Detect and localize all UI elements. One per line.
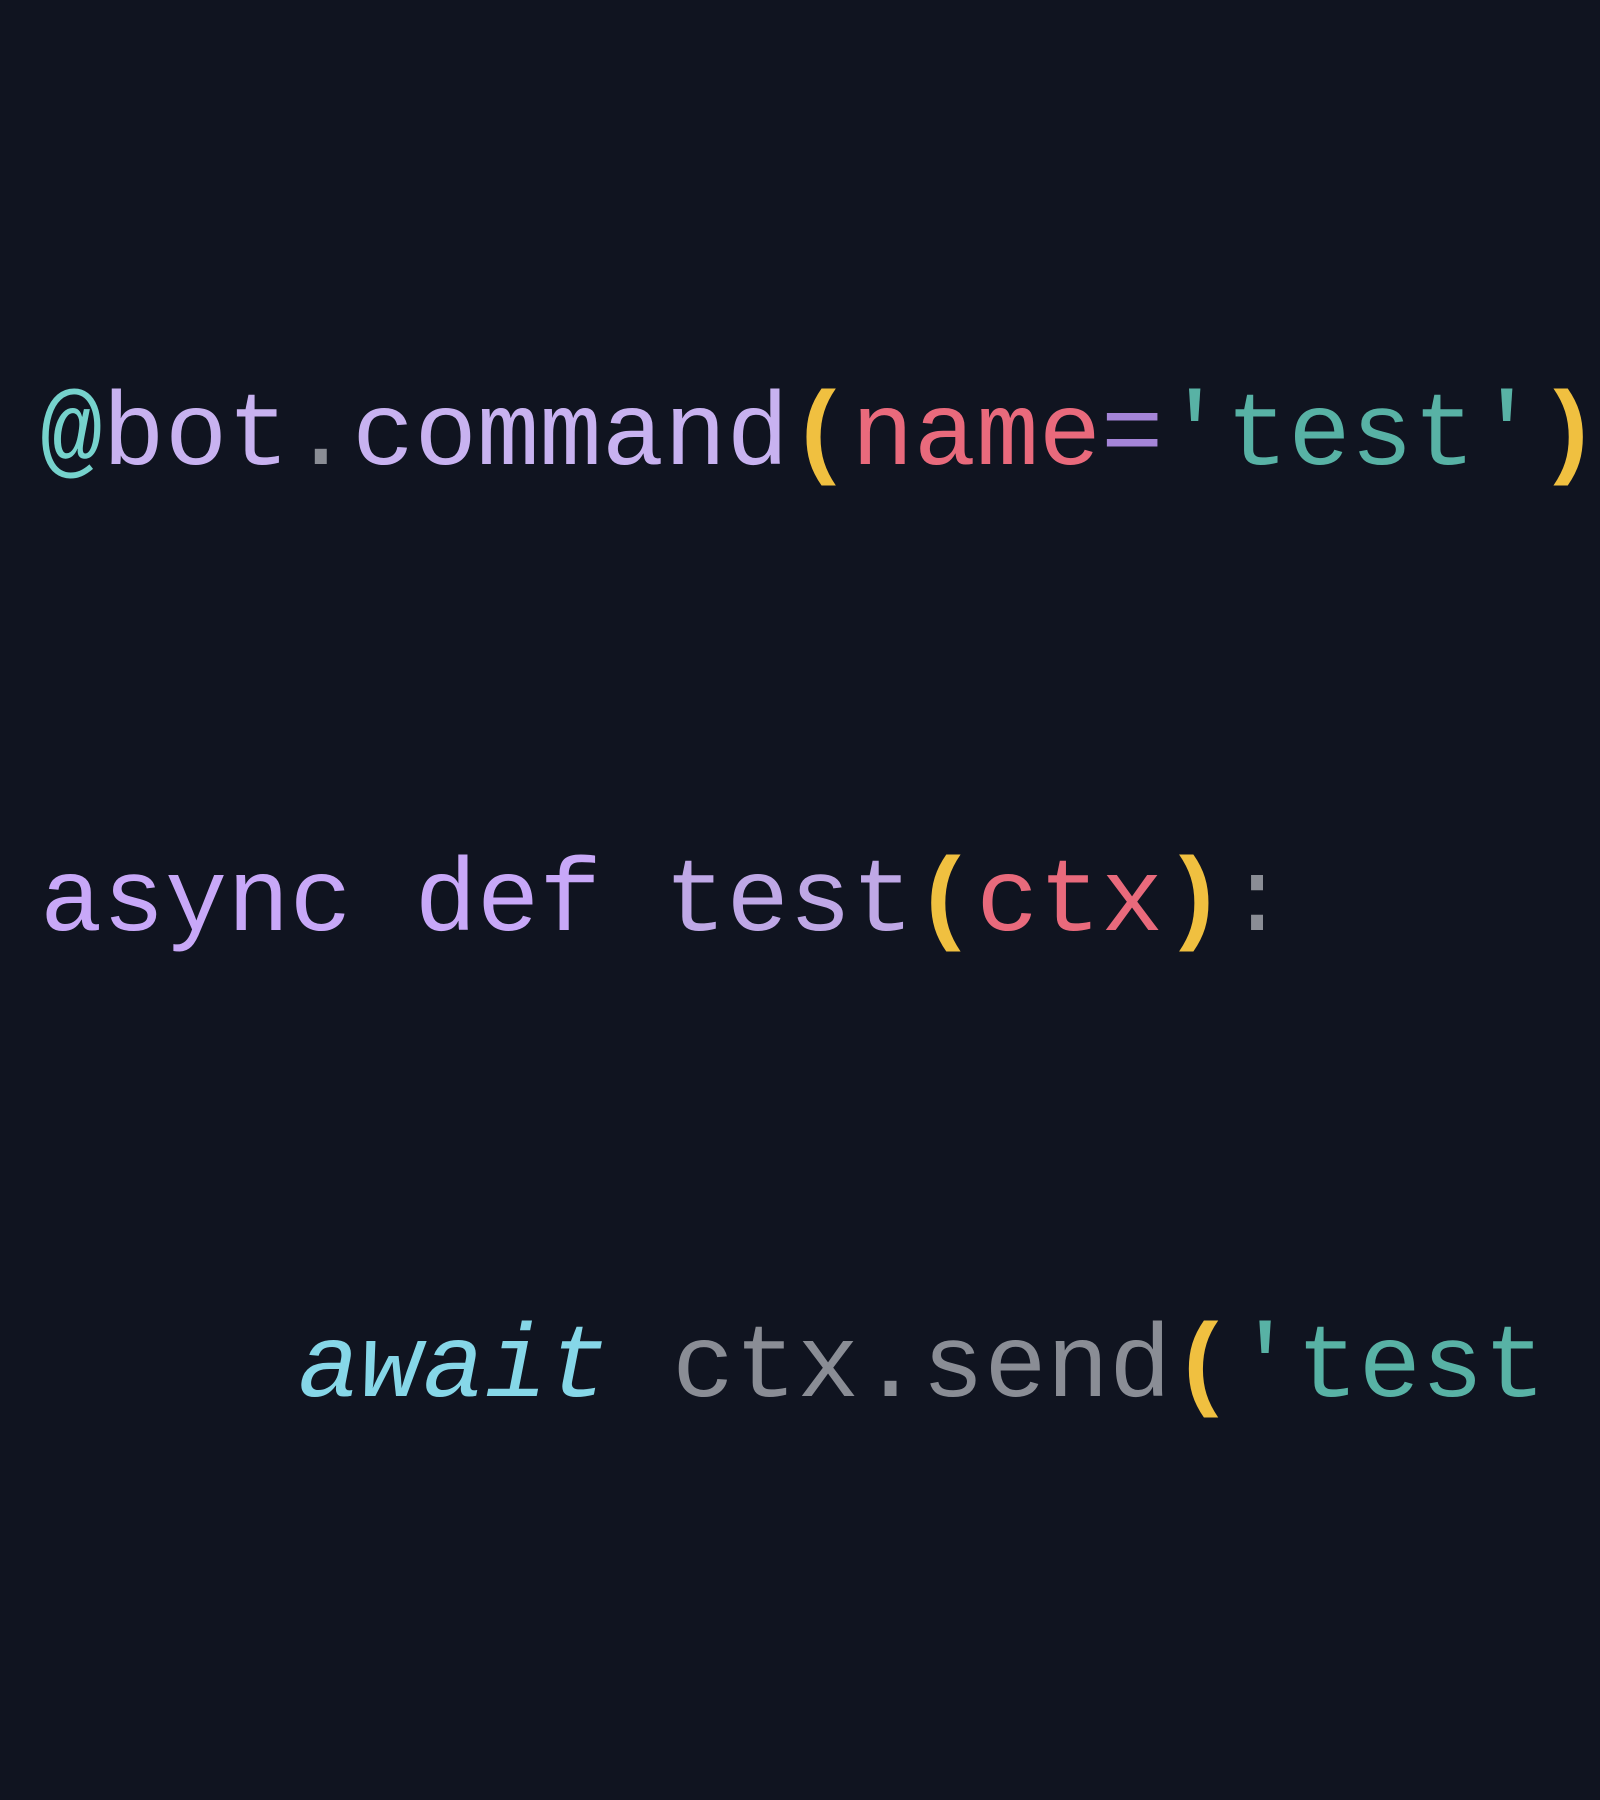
open-paren: ( bbox=[1171, 1310, 1233, 1428]
string-literal: test bbox=[1226, 378, 1476, 496]
close-paren: ) bbox=[1538, 378, 1600, 496]
decorator-object: bot bbox=[102, 378, 289, 496]
blank-lines bbox=[40, 1777, 1600, 1800]
indent bbox=[48, 1310, 298, 1428]
code-editor-viewport[interactable]: @bot.command(name='test') async def test… bbox=[40, 30, 1600, 1800]
code-line-3[interactable]: await ctx.send('test pa bbox=[40, 1311, 1600, 1427]
string-literal-partial: test pa bbox=[1296, 1310, 1600, 1428]
string-quote: ' bbox=[1163, 378, 1225, 496]
open-paren: ( bbox=[789, 378, 851, 496]
method-send: send bbox=[922, 1310, 1172, 1428]
open-paren: ( bbox=[914, 844, 976, 962]
async-keyword: async bbox=[40, 844, 352, 962]
string-quote: ' bbox=[1234, 1310, 1296, 1428]
code-line-1[interactable]: @bot.command(name='test') bbox=[40, 379, 1600, 495]
decorator-at: @ bbox=[40, 378, 102, 496]
def-keyword: def bbox=[414, 844, 601, 962]
colon: : bbox=[1226, 844, 1288, 962]
kwarg-name: name bbox=[851, 378, 1101, 496]
await-keyword: await bbox=[298, 1310, 610, 1428]
code-line-2[interactable]: async def test(ctx): bbox=[40, 845, 1600, 961]
close-paren: ) bbox=[1163, 844, 1225, 962]
function-name: test bbox=[664, 844, 914, 962]
dot-operator: . bbox=[859, 1310, 921, 1428]
param-ctx: ctx bbox=[976, 844, 1163, 962]
decorator-method: command bbox=[352, 378, 789, 496]
dot-operator: . bbox=[290, 378, 352, 496]
assign-operator: = bbox=[1101, 378, 1163, 496]
ident-ctx: ctx bbox=[672, 1310, 859, 1428]
string-quote: ' bbox=[1476, 378, 1538, 496]
